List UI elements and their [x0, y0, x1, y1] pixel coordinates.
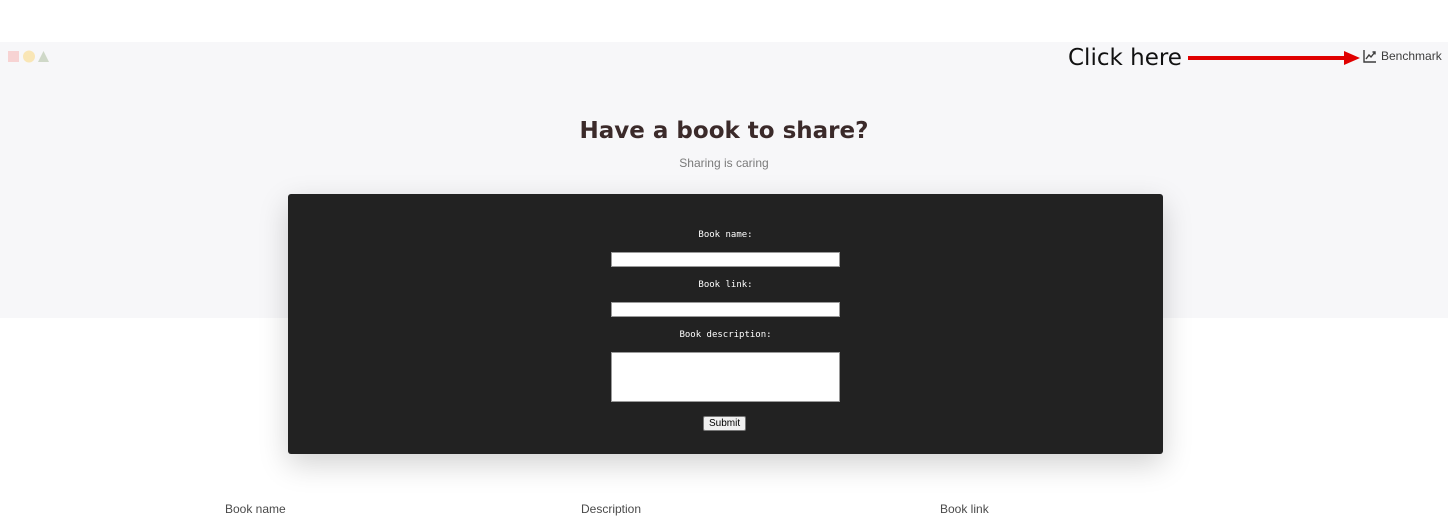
page-subtitle: Sharing is caring — [679, 156, 769, 170]
arrow-right-icon — [1188, 51, 1360, 65]
column-header-book-name: Book name — [225, 502, 286, 516]
book-name-label: Book name: — [698, 230, 753, 240]
book-description-textarea[interactable] — [611, 352, 840, 402]
book-link-input[interactable] — [611, 302, 840, 317]
column-header-description: Description — [581, 502, 642, 516]
book-name-input[interactable] — [611, 252, 840, 267]
benchmark-label: Benchmark — [1381, 49, 1442, 63]
page: Click here Benchmark Have a book to shar… — [0, 0, 1448, 518]
column-header-book-link: Book link — [940, 502, 989, 516]
book-link-label: Book link: — [698, 280, 753, 290]
book-description-label: Book description: — [679, 330, 772, 340]
page-title: Have a book to share? — [579, 118, 869, 144]
benchmark-link[interactable]: Benchmark — [1363, 49, 1442, 63]
book-form: Book name: Book link: Book description: … — [288, 194, 1163, 454]
annotation-label: Click here — [1068, 45, 1182, 71]
line-chart-icon — [1363, 50, 1376, 63]
submit-button[interactable]: Submit — [703, 416, 747, 431]
logo-icon[interactable] — [8, 50, 52, 64]
